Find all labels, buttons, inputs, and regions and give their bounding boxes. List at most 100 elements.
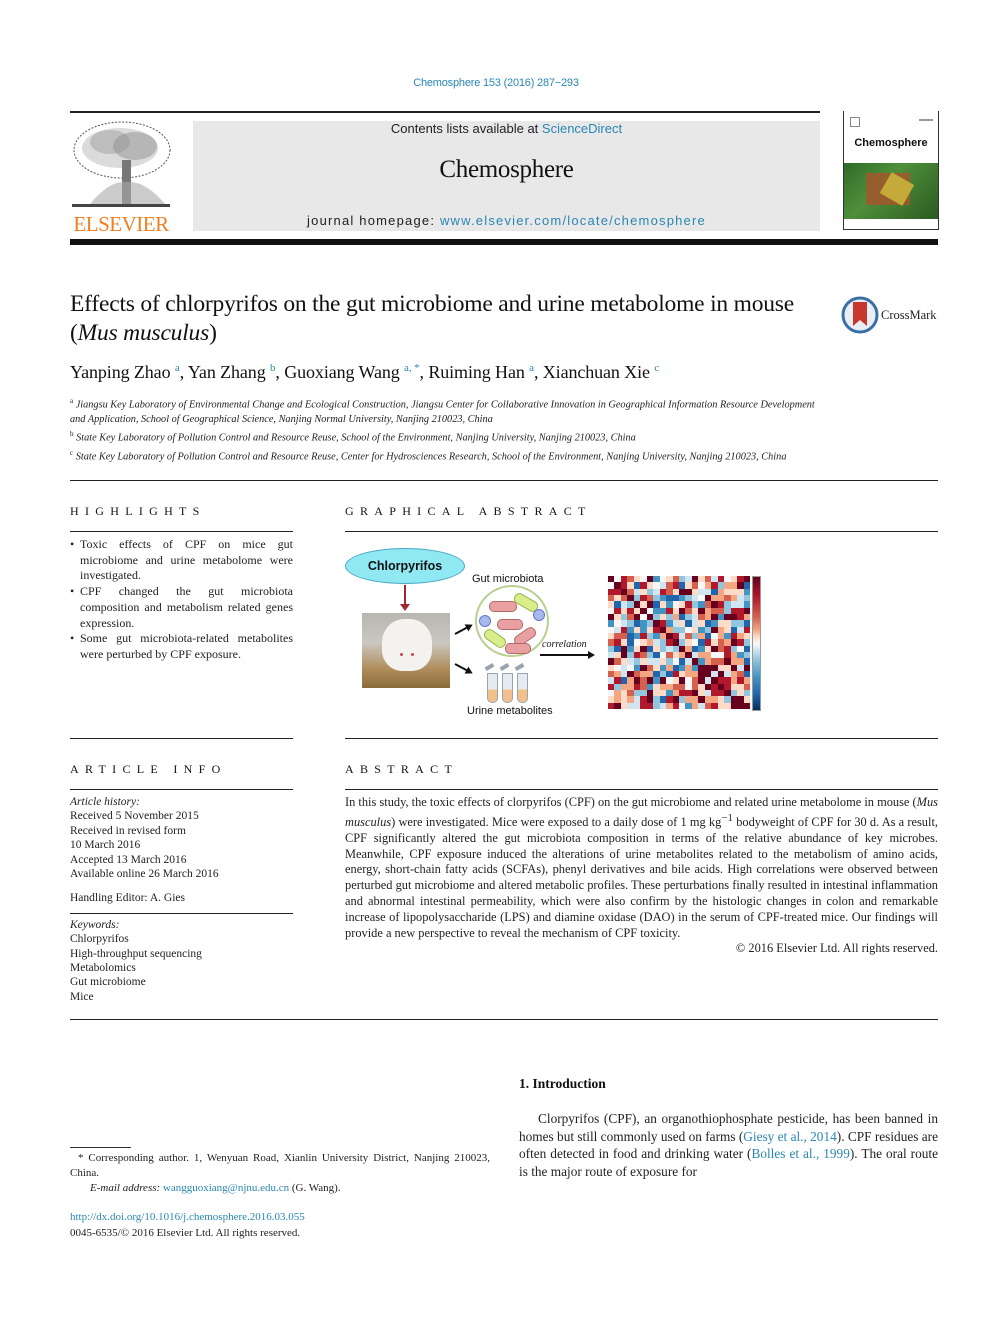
homepage-link[interactable]: www.elsevier.com/locate/chemosphere — [440, 213, 706, 228]
corresponding-author-footnote: * Corresponding author. 1, Wenyuan Road,… — [70, 1151, 490, 1196]
tube-icon — [517, 673, 528, 703]
author-list: Yanping Zhao a, Yan Zhang b, Guoxiang Wa… — [70, 362, 660, 382]
keyword: Metabolomics — [70, 962, 136, 975]
elsevier-wordmark: ELSEVIER — [73, 212, 169, 236]
affiliation: c State Key Laboratory of Pollution Cont… — [70, 448, 787, 463]
mouse-body — [382, 619, 432, 671]
keyword: High-throughput sequencing — [70, 947, 202, 960]
corresponding-author: * Corresponding author. 1, Wenyuan Road,… — [70, 1152, 490, 1179]
homepage-line: journal homepage: www.elsevier.com/locat… — [307, 213, 706, 228]
tube-cap-icon — [484, 663, 495, 671]
author[interactable]: Yan Zhang — [188, 362, 266, 382]
sciencedirect-link[interactable]: ScienceDirect — [542, 121, 622, 136]
keywords-rule — [70, 912, 293, 914]
article-info-heading: ARTICLE INFO — [70, 762, 227, 776]
bacterium-rod-icon — [505, 643, 531, 654]
mouse-eye — [400, 653, 403, 656]
graphical-abstract-heading: GRAPHICAL ABSTRACT — [345, 504, 592, 518]
highlight-item: Toxic effects of CPF on mice gut microbi… — [70, 537, 293, 584]
affiliation: a Jiangsu Key Laboratory of Environmenta… — [70, 397, 815, 425]
graphical-abstract-bottom-rule — [345, 738, 938, 739]
handling-editor: Handling Editor: A. Gies — [70, 892, 185, 905]
down-arrow-icon — [400, 585, 410, 611]
graphical-abstract-rule — [345, 531, 938, 532]
highlights-list: Toxic effects of CPF on mice gut microbi… — [70, 537, 293, 663]
mouse-photo — [362, 613, 450, 688]
author[interactable]: Yanping Zhao — [70, 362, 171, 382]
highlights-rule — [70, 531, 293, 532]
history-item: Accepted 13 March 2016 — [70, 853, 187, 866]
gut-microbiota-label: Gut microbiota — [472, 573, 544, 585]
introduction-heading: 1. Introduction — [519, 1076, 606, 1091]
issn-copyright: 0045-6535/© 2016 Elsevier Ltd. All right… — [70, 1226, 301, 1239]
journal-name: Chemosphere — [439, 156, 574, 183]
affiliations: a Jiangsu Key Laboratory of Environmenta… — [70, 394, 830, 464]
author[interactable]: Ruiming Han — [428, 362, 525, 382]
cover-issn-mark — [919, 119, 933, 121]
abstract-body: In this study, the toxic effects of clor… — [345, 795, 938, 957]
arrow-to-urine-icon — [454, 663, 472, 674]
footnote-rule — [70, 1147, 131, 1148]
front-matter-rule — [70, 1019, 938, 1020]
author[interactable]: Guoxiang Wang — [284, 362, 400, 382]
history-item: 10 March 2016 — [70, 839, 141, 852]
journal-citation[interactable]: Chemosphere 153 (2016) 287−293 — [0, 77, 992, 89]
history-item: Received 5 November 2015 — [70, 810, 199, 823]
history-item: Received in revised form — [70, 824, 186, 837]
heatmap-colorbar — [752, 576, 761, 711]
email-link[interactable]: wangguoxiang@njnu.edu.cn — [163, 1182, 289, 1194]
arrow-to-microbiota-icon — [454, 624, 472, 635]
cover-leaves-image — [844, 163, 938, 219]
header-thick-rule — [70, 239, 938, 245]
urine-tubes — [484, 663, 535, 705]
affiliation: b State Key Laboratory of Pollution Cont… — [70, 430, 636, 444]
chlorpyrifos-oval: Chlorpyrifos — [345, 548, 465, 584]
highlight-item: CPF changed the gut microbiota compositi… — [70, 584, 293, 631]
header-rule — [70, 111, 820, 113]
crossmark-icon — [841, 296, 879, 334]
reference-link[interactable]: Giesy et al., 2014 — [743, 1129, 836, 1144]
section-rule — [70, 480, 938, 481]
keyword: Mice — [70, 990, 94, 1003]
keyword: Chlorpyrifos — [70, 933, 129, 946]
journal-masthead: Contents lists available at ScienceDirec… — [193, 121, 820, 231]
highlights-bottom-rule — [70, 738, 293, 739]
keywords-label: Keywords: — [70, 918, 120, 931]
contents-line: Contents lists available at ScienceDirec… — [390, 121, 623, 136]
abstract-text: In this study, the toxic effects of clor… — [345, 795, 938, 940]
graphical-abstract-figure[interactable]: Chlorpyrifos Gut microbiota Urine metabo… — [345, 545, 765, 720]
introduction-text: Clorpyrifos (CPF), an organothiophosphat… — [519, 1111, 939, 1180]
microbiota-circle — [475, 585, 549, 657]
article-info-rule — [70, 789, 293, 790]
correlation-label: correlation — [542, 639, 587, 650]
cover-logo-icon — [850, 117, 860, 127]
crossmark-button[interactable]: CrossMark — [841, 296, 941, 334]
highlights-heading: HIGHLIGHTS — [70, 504, 206, 518]
coccus-icon — [533, 609, 545, 621]
reference-link[interactable]: Bolles et al., 1999 — [751, 1146, 849, 1161]
bacterium-rod-icon — [497, 619, 523, 630]
author[interactable]: Xianchuan Xie — [543, 362, 650, 382]
tube-cap-icon — [514, 663, 525, 671]
urine-metabolites-label: Urine metabolites — [467, 705, 553, 717]
heatmap-cell — [743, 702, 750, 709]
cover-title: Chemosphere — [854, 137, 928, 149]
correlation-heatmap — [608, 576, 750, 709]
bacterium-rod-icon — [489, 601, 517, 612]
keyword: Gut microbiome — [70, 976, 146, 989]
tube-icon — [487, 673, 498, 703]
history-label: Article history: — [70, 796, 140, 808]
journal-cover-thumbnail[interactable]: Chemosphere — [843, 111, 939, 230]
tube-cap-icon — [499, 663, 510, 671]
history-item: Available online 26 March 2016 — [70, 868, 219, 881]
article-title: Effects of chlorpyrifos on the gut micro… — [70, 291, 794, 346]
abstract-rule — [345, 789, 938, 790]
correlation-arrow-icon — [540, 651, 595, 659]
highlight-item: Some gut microbiota-related metabolites … — [70, 631, 293, 662]
crossmark-label: CrossMark — [881, 308, 937, 322]
doi-link[interactable]: http://dx.doi.org/10.1016/j.chemosphere.… — [70, 1210, 305, 1226]
article-info: Article history: Received 5 November 201… — [70, 795, 293, 1004]
abstract-copyright: © 2016 Elsevier Ltd. All rights reserved… — [735, 941, 938, 956]
coccus-icon — [479, 615, 491, 627]
tube-icon — [502, 673, 513, 703]
